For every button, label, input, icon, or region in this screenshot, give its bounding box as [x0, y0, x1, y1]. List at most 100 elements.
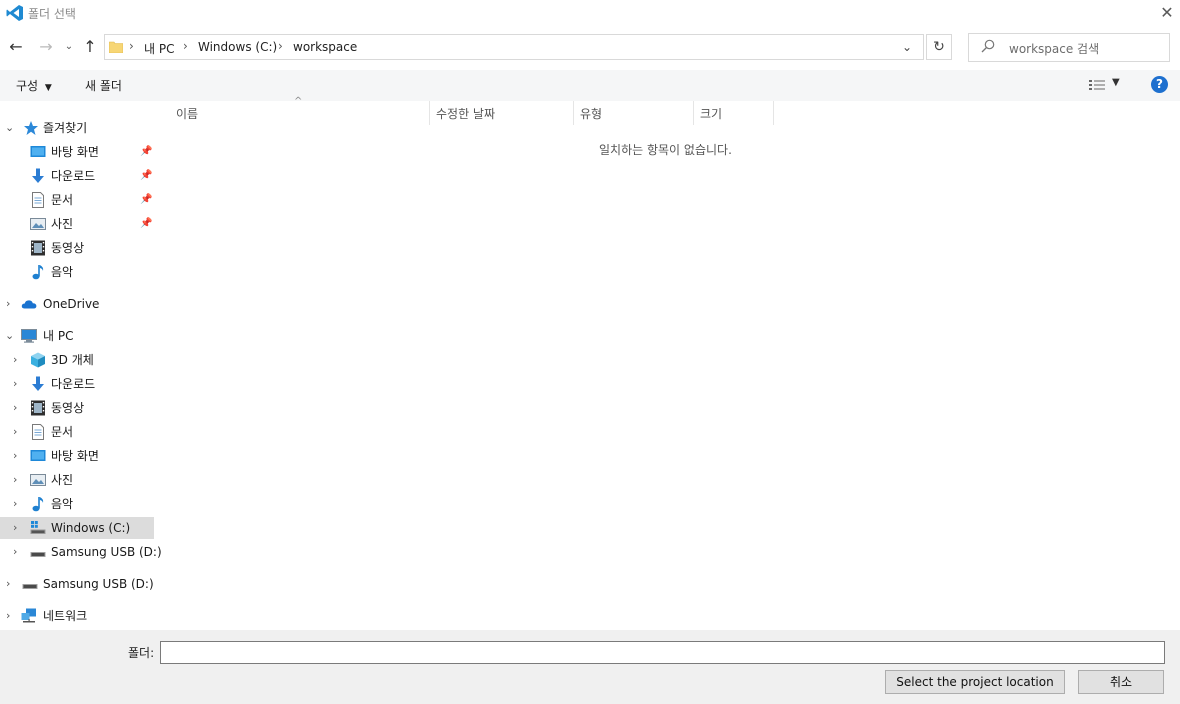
- up-arrow-icon[interactable]: ↑: [80, 37, 100, 57]
- chevron-right-icon[interactable]: ›: [6, 293, 10, 315]
- picture-icon: [30, 474, 46, 486]
- desktop-icon: [30, 450, 46, 461]
- vscode-icon: [6, 5, 23, 21]
- nav-label: 네트워크: [43, 609, 88, 623]
- usb-drive-icon: [22, 584, 38, 589]
- nav-label: 사진: [51, 473, 74, 487]
- new-folder-button[interactable]: 새 폴더: [85, 77, 122, 94]
- nav-network[interactable]: › 네트워크: [0, 605, 156, 627]
- cancel-button[interactable]: 취소: [1078, 670, 1164, 694]
- nav-label: 문서: [51, 193, 74, 207]
- nav-pc-documents[interactable]: › 문서: [0, 421, 156, 443]
- pin-icon[interactable]: 📌: [140, 141, 152, 163]
- window-title: 폴더 선택: [28, 7, 76, 21]
- breadcrumb-this-pc[interactable]: 내 PC: [144, 40, 174, 57]
- chevron-right-icon[interactable]: ›: [13, 493, 17, 515]
- nav-pc-samsung-usb[interactable]: › Samsung USB (D:): [0, 541, 162, 563]
- column-divider[interactable]: [573, 101, 574, 125]
- chevron-right-icon[interactable]: ›: [6, 605, 10, 627]
- view-options-icon[interactable]: [1088, 78, 1106, 92]
- folder-field-label: 폴더:: [128, 646, 155, 660]
- chevron-right-icon[interactable]: ›: [13, 541, 17, 563]
- 3d-objects-icon: [31, 352, 45, 368]
- folder-icon: [109, 41, 123, 53]
- chevron-right-icon[interactable]: ›: [13, 349, 17, 371]
- pin-icon[interactable]: 📌: [140, 189, 152, 211]
- nav-samsung-usb[interactable]: › Samsung USB (D:): [0, 573, 156, 595]
- view-dropdown-icon[interactable]: ▼: [1112, 77, 1120, 88]
- nav-quick-downloads[interactable]: 다운로드 📌: [0, 165, 156, 187]
- nav-pc-desktop[interactable]: › 바탕 화면: [0, 445, 156, 467]
- nav-label: 바탕 화면: [51, 145, 99, 159]
- column-header-type[interactable]: 유형: [580, 105, 602, 122]
- chevron-right-icon[interactable]: ›: [6, 573, 10, 595]
- document-icon: [32, 424, 44, 440]
- nav-pc-pictures[interactable]: › 사진: [0, 469, 156, 491]
- help-icon[interactable]: ?: [1151, 76, 1168, 93]
- organize-button[interactable]: 구성 ▼: [16, 77, 52, 94]
- nav-quick-access[interactable]: ⌄ 즐겨찾기: [0, 117, 156, 139]
- nav-onedrive[interactable]: › OneDrive: [0, 293, 156, 315]
- breadcrumb-workspace[interactable]: workspace: [293, 40, 357, 54]
- video-icon: [31, 240, 45, 256]
- download-icon: [32, 376, 44, 391]
- column-divider[interactable]: [693, 101, 694, 125]
- chevron-right-icon[interactable]: ›: [13, 445, 17, 467]
- download-icon: [32, 168, 44, 183]
- nav-this-pc[interactable]: ⌄ 내 PC: [0, 325, 156, 347]
- close-icon[interactable]: ✕: [1156, 2, 1178, 24]
- empty-folder-message: 일치하는 항목이 없습니다.: [599, 143, 732, 157]
- nav-label: Samsung USB (D:): [51, 545, 162, 559]
- column-header-size[interactable]: 크기: [700, 105, 722, 122]
- breadcrumb-windows-c[interactable]: Windows (C:): [198, 40, 277, 54]
- folder-name-input[interactable]: [160, 641, 1165, 664]
- nav-quick-pictures[interactable]: 사진 📌: [0, 213, 156, 235]
- nav-label: 바탕 화면: [51, 449, 99, 463]
- pin-icon[interactable]: 📌: [140, 165, 152, 187]
- select-project-location-button[interactable]: Select the project location: [885, 670, 1065, 694]
- nav-pc-windows-c[interactable]: › Windows (C:): [0, 517, 154, 539]
- nav-quick-desktop[interactable]: 바탕 화면 📌: [0, 141, 156, 163]
- column-divider[interactable]: [773, 101, 774, 125]
- nav-label: 동영상: [51, 241, 85, 255]
- caret-down-icon: ▼: [44, 83, 52, 93]
- chevron-right-icon[interactable]: ›: [13, 469, 17, 491]
- column-header-date-modified[interactable]: 수정한 날짜: [436, 105, 495, 122]
- chevron-down-icon[interactable]: ⌄: [5, 117, 14, 139]
- picture-icon: [30, 218, 46, 230]
- column-header-row: [160, 101, 1180, 125]
- title-bar: [0, 0, 1180, 26]
- nav-label: 내 PC: [43, 329, 74, 343]
- organize-label: 구성: [16, 79, 39, 93]
- nav-pc-videos[interactable]: › 동영상: [0, 397, 156, 419]
- nav-quick-videos[interactable]: 동영상: [0, 237, 156, 259]
- nav-quick-music[interactable]: 음악: [0, 261, 156, 283]
- pin-icon[interactable]: 📌: [140, 213, 152, 235]
- column-divider[interactable]: [429, 101, 430, 125]
- nav-label: 다운로드: [51, 169, 96, 183]
- nav-quick-documents[interactable]: 문서 📌: [0, 189, 156, 211]
- recent-locations-chevron-icon[interactable]: ⌄: [62, 37, 76, 57]
- address-dropdown-chevron-icon[interactable]: ⌄: [898, 37, 916, 57]
- nav-label: Samsung USB (D:): [43, 577, 154, 591]
- chevron-down-icon[interactable]: ⌄: [5, 325, 14, 347]
- chevron-right-icon[interactable]: ›: [13, 397, 17, 419]
- nav-pc-music[interactable]: › 음악: [0, 493, 156, 515]
- chevron-right-icon[interactable]: ›: [13, 373, 17, 395]
- command-bar: [0, 70, 1180, 101]
- nav-label: 음악: [51, 497, 74, 511]
- back-arrow-icon[interactable]: ←: [6, 37, 26, 57]
- nav-label: 문서: [51, 425, 74, 439]
- sort-ascending-icon: ^: [294, 96, 303, 107]
- nav-pc-downloads[interactable]: › 다운로드: [0, 373, 156, 395]
- refresh-icon[interactable]: ↻: [926, 34, 952, 60]
- forward-arrow-icon[interactable]: →: [36, 37, 56, 57]
- music-icon: [32, 497, 44, 512]
- chevron-right-icon[interactable]: ›: [13, 421, 17, 443]
- breadcrumb-separator-icon: ›: [183, 39, 188, 53]
- nav-pc-3d-objects[interactable]: › 3D 개체: [0, 349, 156, 371]
- document-icon: [32, 192, 44, 208]
- breadcrumb-separator-icon: ›: [278, 39, 283, 53]
- column-header-name[interactable]: 이름: [176, 105, 198, 122]
- chevron-right-icon[interactable]: ›: [13, 517, 17, 539]
